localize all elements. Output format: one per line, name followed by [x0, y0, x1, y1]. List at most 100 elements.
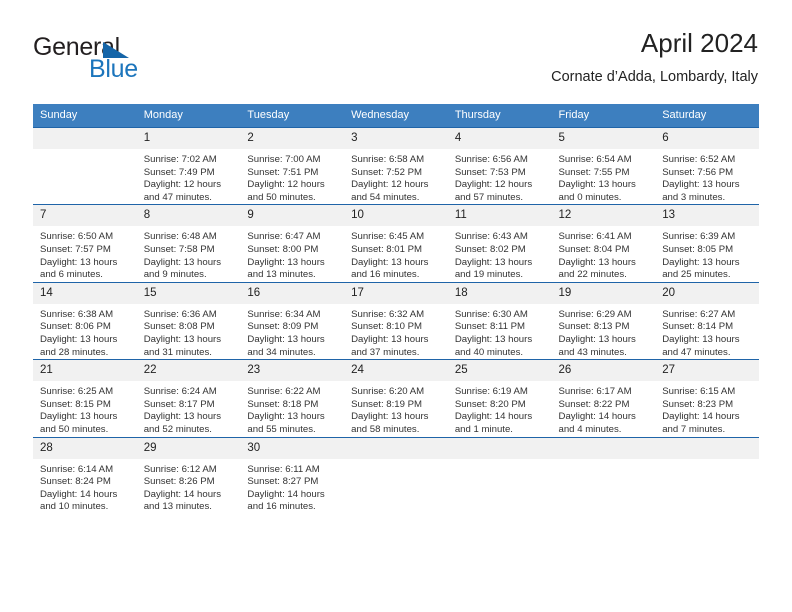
daylight-text-line1: Daylight: 13 hours: [143, 333, 222, 345]
calendar-day-cell[interactable]: 15 Sunrise: 6:36 AM Sunset: 8:08 PM Dayligh…: [136, 281, 241, 360]
daylight-text-line1: Daylight: 13 hours: [558, 179, 636, 191]
day-details: Sunrise: 6:36 AM Sunset: 8:08 PM Daylight:…: [137, 304, 241, 359]
daylight-text-line2: and 47 minutes.: [143, 191, 212, 203]
day-details: Sunrise: 6:15 AM Sunset: 8:23 PM Daylight:…: [655, 381, 759, 436]
daylight-text-line1: Daylight: 13 hours: [143, 411, 222, 423]
sunset-text: Sunset: 8:06 PM: [40, 321, 111, 333]
calendar-day-cell[interactable]: 14 Sunrise: 6:38 AM Sunset: 8:06 PM Dayligh…: [33, 281, 137, 360]
calendar-day-cell[interactable]: 24 Sunrise: 6:20 AM Sunset: 8:19 PM Dayligh…: [344, 359, 448, 437]
daylight-text-line2: and 25 minutes.: [662, 269, 731, 281]
calendar-day-cell[interactable]: 19 Sunrise: 6:29 AM Sunset: 8:13 PM Dayligh…: [551, 281, 656, 360]
sunset-text: Sunset: 8:01 PM: [351, 243, 423, 255]
sunrise-text: Sunrise: 6:20 AM: [351, 386, 425, 398]
calendar-header-row: Sunday Monday Tuesday Wednesday Thursday Frid…: [33, 104, 759, 128]
daylight-text-line1: Daylight: 14 hours: [662, 411, 740, 423]
calendar-day-cell[interactable]: 22 Sunrise: 6:24 AM Sunset: 8:17 PM Dayligh…: [136, 359, 241, 437]
calendar-day-cell[interactable]: 23 Sunrise: 6:22 AM Sunset: 8:18 PM Dayligh…: [240, 359, 345, 437]
sunrise-text: Sunrise: 6:27 AM: [662, 308, 736, 320]
calendar-day-cell-empty: [551, 436, 656, 514]
day-number: [344, 437, 448, 459]
sunset-text: Sunset: 8:08 PM: [143, 321, 215, 333]
daylight-text-line1: Daylight: 12 hours: [247, 179, 325, 191]
calendar-day-cell[interactable]: 29 Sunrise: 6:12 AM Sunset: 8:26 PM Dayligh…: [136, 436, 241, 514]
day-details: [33, 149, 137, 154]
calendar-day-cell[interactable]: 13 Sunrise: 6:39 AM Sunset: 8:05 PM Dayligh…: [655, 204, 759, 283]
sunrise-text: Sunrise: 6:12 AM: [143, 463, 217, 475]
day-number: 16: [240, 282, 345, 304]
sunrise-text: Sunrise: 6:24 AM: [143, 386, 217, 398]
calendar-day-cell[interactable]: 3 Sunrise: 6:58 AM Sunset: 7:52 PM Daylight…: [344, 126, 448, 205]
sunrise-text: Sunrise: 6:54 AM: [558, 154, 632, 165]
daylight-text-line2: and 10 minutes.: [40, 501, 109, 513]
calendar-day-cell[interactable]: 16 Sunrise: 6:34 AM Sunset: 8:09 PM Dayligh…: [240, 281, 345, 360]
day-number: 13: [655, 205, 759, 227]
calendar-day-cell[interactable]: 9 Sunrise: 6:47 AM Sunset: 8:00 PM Daylight…: [240, 204, 345, 283]
sunrise-text: Sunrise: 6:45 AM: [351, 231, 425, 243]
calendar-day-cell[interactable]: 12 Sunrise: 6:41 AM Sunset: 8:04 PM Dayligh…: [551, 204, 656, 283]
calendar-day-cell[interactable]: 5 Sunrise: 6:54 AM Sunset: 7:55 PM Daylight…: [551, 126, 656, 205]
day-details: Sunrise: 6:54 AM Sunset: 7:55 PM Daylight:…: [552, 149, 656, 204]
day-number: 24: [344, 360, 448, 382]
day-details: Sunrise: 6:50 AM Sunset: 7:57 PM Daylight:…: [33, 226, 137, 281]
day-number: 17: [344, 282, 448, 304]
weekday-header-wednesday: Wednesday: [344, 104, 448, 128]
calendar-body: 1 Sunrise: 7:02 AM Sunset: 7:49 PM Daylight…: [33, 126, 759, 514]
day-number: 15: [136, 282, 241, 304]
sunset-text: Sunset: 8:04 PM: [558, 243, 630, 255]
calendar-day-cell[interactable]: 21 Sunrise: 6:25 AM Sunset: 8:15 PM Dayligh…: [33, 359, 137, 437]
general-blue-logo[interactable]: General Blue: [33, 33, 233, 83]
weekday-header-row: Sunday Monday Tuesday Wednesday Thursday Frid…: [33, 104, 759, 128]
calendar-day-cell[interactable]: 30 Sunrise: 6:11 AM Sunset: 8:27 PM Dayligh…: [240, 436, 345, 514]
calendar-day-cell[interactable]: 7 Sunrise: 6:50 AM Sunset: 7:57 PM Daylight…: [33, 204, 137, 283]
calendar-day-cell[interactable]: 18 Sunrise: 6:30 AM Sunset: 8:11 PM Dayligh…: [447, 281, 552, 360]
daylight-text-line1: Daylight: 13 hours: [662, 256, 740, 268]
daylight-text-line2: and 34 minutes.: [247, 346, 316, 358]
calendar-day-cell-empty: [344, 436, 448, 514]
day-details: [655, 459, 759, 464]
calendar-day-cell[interactable]: 27 Sunrise: 6:15 AM Sunset: 8:23 PM Dayligh…: [655, 359, 759, 437]
daylight-text-line1: Daylight: 13 hours: [40, 411, 118, 423]
calendar-day-cell[interactable]: 4 Sunrise: 6:56 AM Sunset: 7:53 PM Daylight…: [447, 126, 552, 205]
logo-text-blue: Blue: [89, 55, 138, 83]
daylight-text-line2: and 22 minutes.: [558, 269, 627, 281]
calendar-day-cell[interactable]: 11 Sunrise: 6:43 AM Sunset: 8:02 PM Dayligh…: [447, 204, 552, 283]
sunrise-text: Sunrise: 6:34 AM: [247, 308, 321, 320]
daylight-text-line2: and 1 minute.: [454, 423, 513, 435]
calendar-day-cell[interactable]: 25 Sunrise: 6:19 AM Sunset: 8:20 PM Dayligh…: [447, 359, 552, 437]
calendar-day-cell[interactable]: 17 Sunrise: 6:32 AM Sunset: 8:10 PM Dayligh…: [344, 281, 448, 360]
calendar-day-cell[interactable]: 2 Sunrise: 7:00 AM Sunset: 7:51 PM Daylight…: [240, 126, 345, 205]
day-details: Sunrise: 6:29 AM Sunset: 8:13 PM Daylight:…: [552, 304, 656, 359]
sunrise-text: Sunrise: 6:39 AM: [662, 231, 736, 243]
day-number: 14: [33, 282, 137, 304]
day-number: 21: [33, 360, 137, 382]
calendar-day-cell[interactable]: 26 Sunrise: 6:17 AM Sunset: 8:22 PM Dayligh…: [551, 359, 656, 437]
day-number: 23: [240, 360, 345, 382]
day-details: Sunrise: 6:48 AM Sunset: 7:58 PM Daylight:…: [137, 226, 241, 281]
calendar-day-cell[interactable]: 6 Sunrise: 6:52 AM Sunset: 7:56 PM Daylight…: [655, 126, 759, 205]
day-details: Sunrise: 6:52 AM Sunset: 7:56 PM Daylight:…: [655, 149, 759, 204]
sunset-text: Sunset: 7:58 PM: [143, 243, 215, 255]
calendar-day-cell[interactable]: 10 Sunrise: 6:45 AM Sunset: 8:01 PM Dayligh…: [344, 204, 448, 283]
day-number: 6: [655, 128, 759, 149]
day-number: [447, 437, 552, 459]
calendar-day-cell[interactable]: 20 Sunrise: 6:27 AM Sunset: 8:14 PM Dayligh…: [655, 281, 759, 360]
day-details: Sunrise: 6:20 AM Sunset: 8:19 PM Daylight:…: [344, 381, 448, 436]
weekday-header-sunday: Sunday: [33, 104, 137, 128]
calendar-day-cell[interactable]: 8 Sunrise: 6:48 AM Sunset: 7:58 PM Daylight…: [136, 204, 241, 283]
calendar-day-cell[interactable]: 1 Sunrise: 7:02 AM Sunset: 7:49 PM Daylight…: [136, 126, 241, 205]
sunrise-text: Sunrise: 6:41 AM: [558, 231, 632, 243]
day-number: 7: [33, 205, 137, 227]
calendar-day-cell[interactable]: 28 Sunrise: 6:14 AM Sunset: 8:24 PM Dayligh…: [33, 436, 137, 514]
daylight-text-line2: and 31 minutes.: [143, 346, 212, 358]
day-details: Sunrise: 6:47 AM Sunset: 8:00 PM Daylight:…: [240, 226, 344, 281]
sunrise-text: Sunrise: 6:43 AM: [454, 231, 528, 243]
sunset-text: Sunset: 8:23 PM: [662, 398, 734, 410]
day-details: Sunrise: 7:00 AM Sunset: 7:51 PM Daylight:…: [240, 149, 344, 204]
daylight-text-line2: and 43 minutes.: [558, 346, 627, 358]
day-details: Sunrise: 6:32 AM Sunset: 8:10 PM Daylight:…: [344, 304, 448, 359]
day-details: [448, 459, 552, 464]
day-number: 5: [551, 128, 656, 149]
sunset-text: Sunset: 8:14 PM: [662, 321, 734, 333]
daylight-text-line1: Daylight: 13 hours: [351, 256, 429, 268]
daylight-text-line1: Daylight: 13 hours: [40, 256, 118, 268]
